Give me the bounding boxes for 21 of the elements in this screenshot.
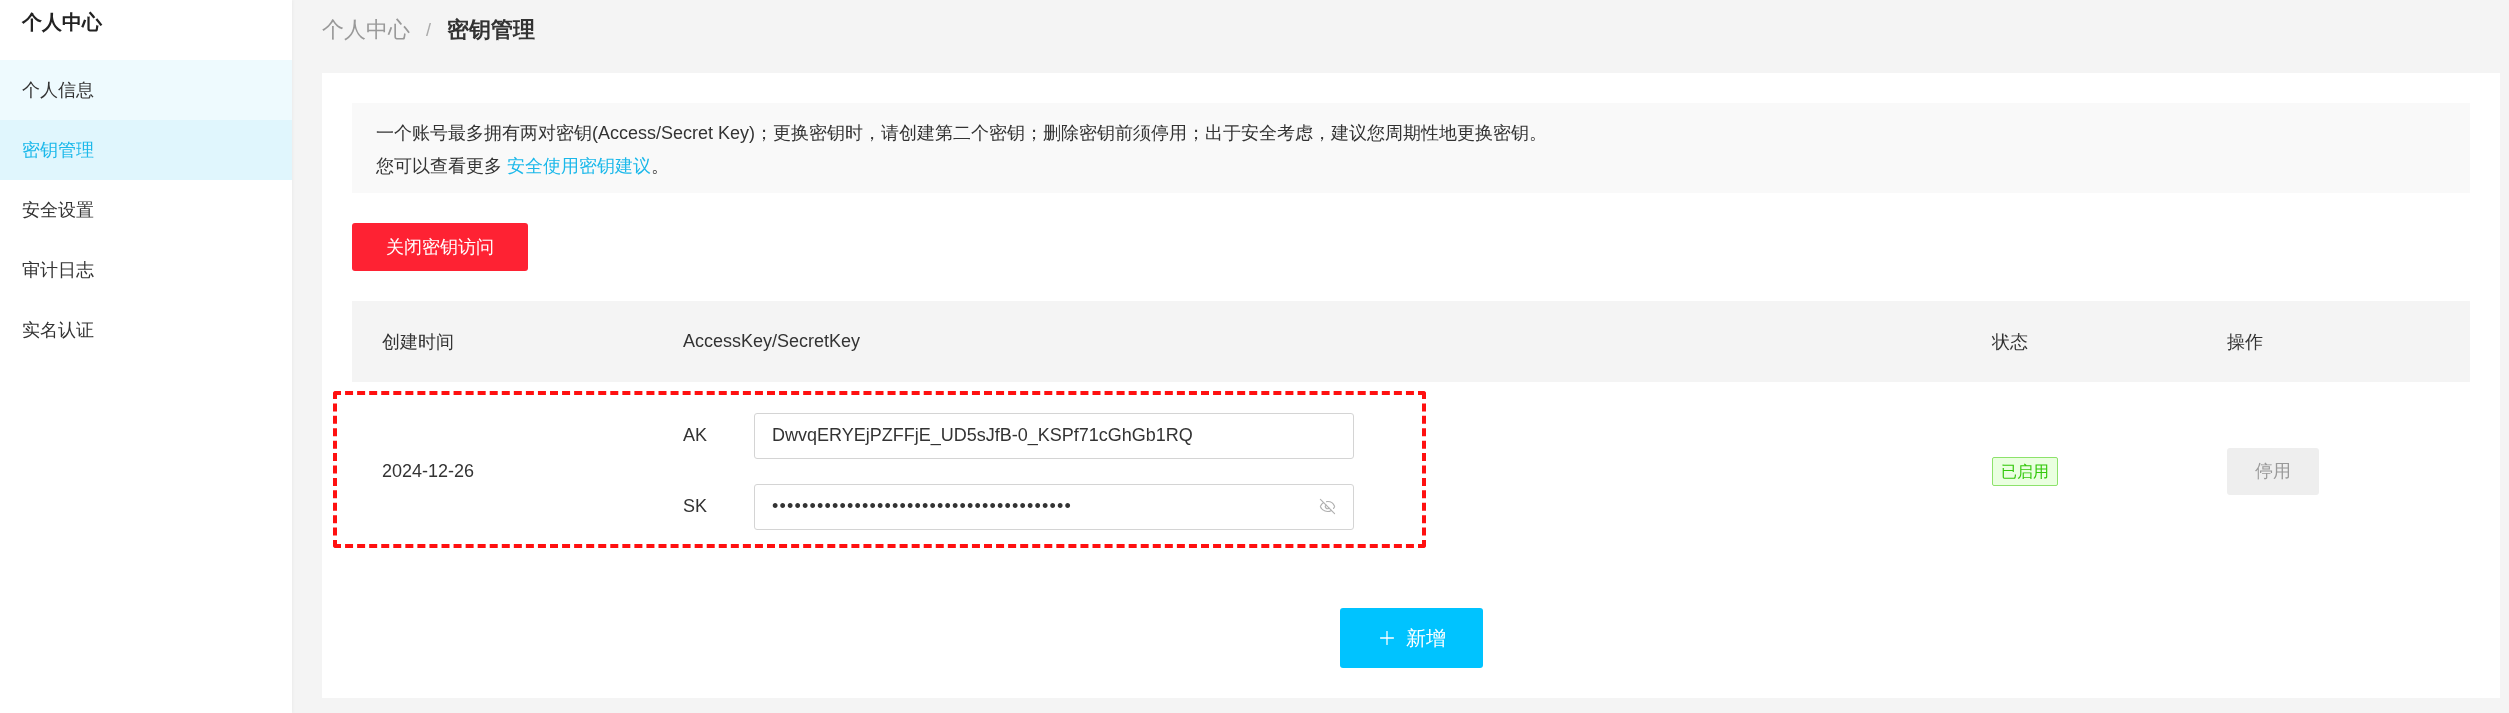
column-header: 状态 xyxy=(1992,330,2028,354)
close-access-button[interactable]: 关闭密钥访问 xyxy=(352,223,528,271)
sidebar-item[interactable]: 安全设置 xyxy=(0,180,292,240)
column-header: 操作 xyxy=(2227,330,2263,354)
sidebar-item[interactable]: 个人信息 xyxy=(0,60,292,120)
secret-key-field[interactable]: •••••••••••••••••••••••••••••••••••••••• xyxy=(754,483,1354,530)
column-header: AccessKey/SecretKey xyxy=(683,331,861,352)
breadcrumb-separator: / xyxy=(426,19,431,41)
notice-text: 您可以查看更多 安全使用密钥建议。 xyxy=(376,155,669,178)
key-label: SK xyxy=(683,496,708,517)
status-tag: 已启用 xyxy=(1992,456,2058,486)
sidebar-item[interactable]: 实名认证 xyxy=(0,300,292,360)
notice-text: 一个账号最多拥有两对密钥(Access/Secret Key)；更换密钥时，请创建第二个密钥；删除密钥前须停用；出于安全考虑，建议您周期性地更换密钥。 xyxy=(376,122,1548,145)
breadcrumb-current: 密钥管理 xyxy=(447,16,535,44)
sidebar-item[interactable]: 审计日志 xyxy=(0,240,292,300)
eye-off-icon[interactable] xyxy=(1319,498,1336,515)
sidebar-title: 个人中心 xyxy=(22,10,102,34)
key-label: AK xyxy=(683,425,708,446)
column-header: 创建时间 xyxy=(382,330,454,354)
access-key-field[interactable]: DwvqERYEjPZFFjE_UD5sJfB-0_KSPf71cGhGb1RQ xyxy=(754,412,1354,459)
date-cell: 2024-12-26 xyxy=(382,460,475,482)
